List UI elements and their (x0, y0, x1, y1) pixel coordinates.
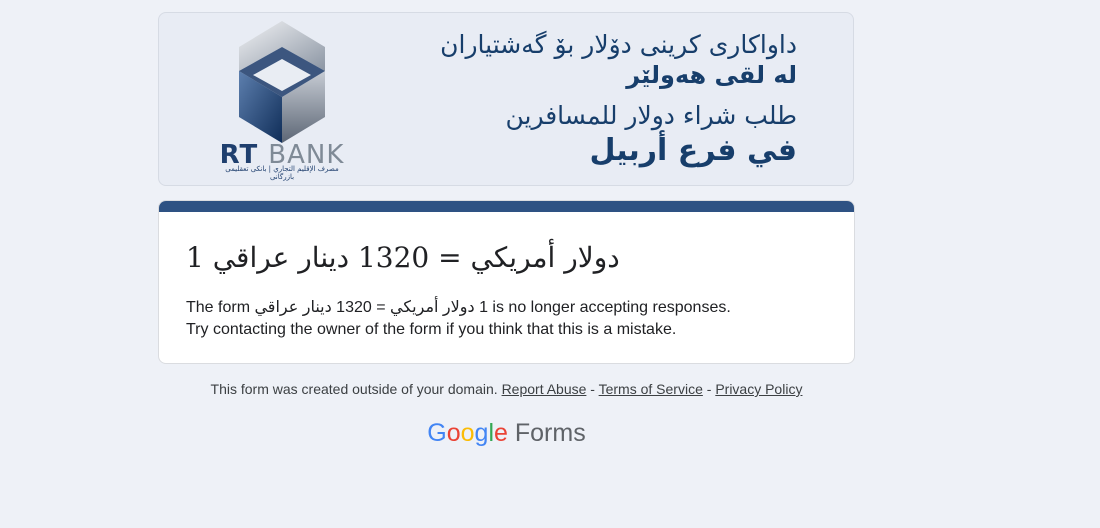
form-title: 1 دولار أمريكي = 1320 دينار عراقي (186, 241, 620, 274)
forms-wordmark: Forms (514, 419, 586, 447)
msg-prefix: The form (186, 299, 251, 316)
card-accent-bar (159, 201, 854, 212)
msg-suffix: is no longer accepting responses. (492, 299, 731, 316)
closed-message: The form 1 دولار أمريكي = 1320 دينار عرا… (186, 297, 731, 341)
closed-form-card: 1 دولار أمريكي = 1320 دينار عراقي The fo… (158, 200, 855, 364)
footer-separator: - (590, 381, 595, 397)
banner-line-arabic-1: طلب شراء دولار للمسافرين (505, 101, 797, 130)
logo-subtitle: مصرف الإقليم التجاري | بانكى تعقليمى باز… (225, 165, 339, 181)
google-wordmark: Google (427, 419, 508, 447)
footer-note: This form was created outside of your do… (158, 381, 855, 397)
google-forms-logo[interactable]: Google Forms (158, 419, 855, 448)
banner-line-arabic-2: في فرع أربيل (589, 133, 797, 168)
report-abuse-link[interactable]: Report Abuse (502, 381, 587, 397)
footer-domain-note: This form was created outside of your do… (210, 381, 498, 397)
banner-line-kurdish-1: داواكارى كرينى دۆلار بۆ گەشتياران (440, 30, 797, 59)
banner-line-kurdish-2: لە لقى هەولێر (626, 61, 797, 89)
footer-separator: - (706, 381, 712, 397)
msg-form-name: 1 دولار أمريكي = 1320 دينار عراقي (254, 299, 488, 316)
privacy-policy-link[interactable]: Privacy Policy (715, 381, 802, 397)
closed-message-line-2: Try contacting the owner of the form if … (186, 321, 677, 338)
terms-of-service-link[interactable]: Terms of Service (599, 381, 703, 397)
header-banner: RT BANK مصرف الإقليم التجاري | بانكى تعق… (158, 12, 854, 186)
closed-message-line-1: The form 1 دولار أمريكي = 1320 دينار عرا… (186, 297, 731, 319)
